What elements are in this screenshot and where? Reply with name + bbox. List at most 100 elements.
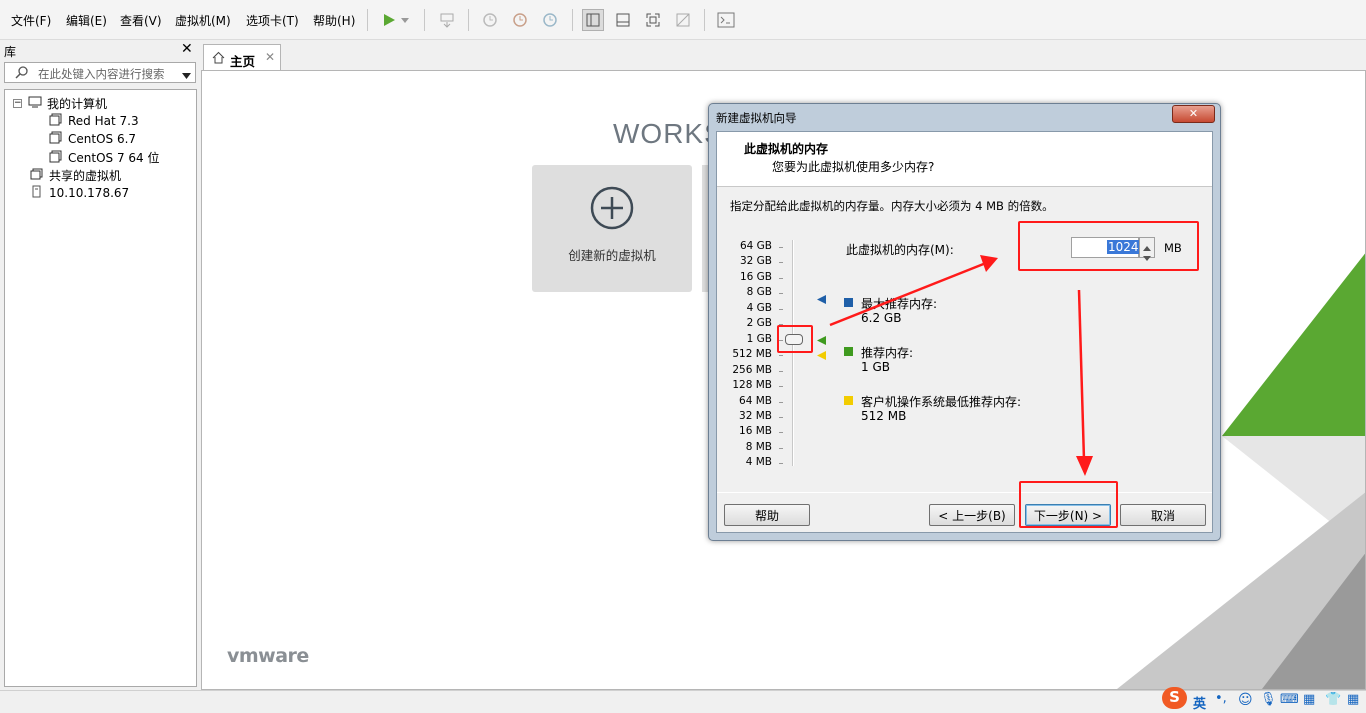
toolbar-separator bbox=[468, 9, 469, 31]
punctuation-icon[interactable]: •, bbox=[1215, 691, 1227, 706]
menu-help[interactable]: 帮助(H) bbox=[313, 12, 355, 29]
snapshot-manager-icon[interactable] bbox=[539, 9, 561, 31]
recommended-color-swatch bbox=[844, 347, 853, 356]
memory-scale-label: 4 GB bbox=[746, 301, 772, 314]
minimum-memory-label: 客户机操作系统最低推荐内存: bbox=[861, 395, 1022, 409]
menu-view[interactable]: 查看(V) bbox=[120, 12, 162, 29]
menu-edit[interactable]: 编辑(E) bbox=[66, 12, 107, 29]
memory-scale-tick bbox=[779, 386, 783, 388]
memory-scale-label: 64 MB bbox=[739, 394, 772, 407]
search-icon bbox=[15, 65, 29, 82]
minimum-memory-value: 512 MB bbox=[861, 409, 907, 423]
annotation-highlight bbox=[1018, 221, 1199, 271]
memory-scale-tick bbox=[779, 247, 783, 248]
shared-vm-icon bbox=[30, 168, 43, 184]
close-icon[interactable]: ✕ bbox=[181, 41, 193, 57]
dialog-footer-divider bbox=[717, 492, 1212, 493]
sogou-ime-icon[interactable]: S bbox=[1162, 687, 1187, 709]
memory-scale-label: 8 MB bbox=[745, 440, 772, 453]
vmware-logo: vmware bbox=[227, 645, 309, 667]
memory-scale-tick bbox=[779, 370, 783, 372]
memory-scale-tick bbox=[779, 262, 783, 264]
back-button[interactable]: < 上一步(B) bbox=[929, 504, 1015, 526]
recommended-memory-label: 推荐内存: bbox=[861, 346, 914, 360]
memory-scale-tick bbox=[779, 355, 783, 357]
annotation-arrow bbox=[829, 255, 998, 327]
tab-label: 主页 bbox=[230, 54, 256, 69]
menu-file[interactable]: 文件(F) bbox=[11, 12, 51, 29]
home-icon bbox=[212, 51, 225, 67]
tree-item-host[interactable]: 10.10.178.67 bbox=[32, 185, 129, 201]
tree-item-shared-vms[interactable]: 共享的虚拟机 bbox=[30, 167, 121, 184]
menu-vm[interactable]: 虚拟机(M) bbox=[175, 12, 231, 29]
memory-scale-label: 32 MB bbox=[739, 409, 772, 422]
create-vm-card[interactable]: 创建新的虚拟机 bbox=[532, 165, 692, 292]
memory-scale-label: 16 MB bbox=[739, 425, 772, 438]
search-placeholder: 在此处键入内容进行搜索 bbox=[38, 67, 165, 81]
plus-circle-icon bbox=[590, 186, 634, 233]
tree-item-label: 共享的虚拟机 bbox=[49, 169, 122, 183]
close-button[interactable]: ✕ bbox=[1172, 105, 1215, 123]
toolbar-separator bbox=[572, 9, 573, 31]
annotation-arrow bbox=[1076, 289, 1093, 476]
chevron-down-icon[interactable] bbox=[398, 9, 412, 31]
tree-item-label: CentOS 6.7 bbox=[68, 132, 137, 146]
keyboard-icon[interactable]: ⌨ bbox=[1280, 692, 1299, 707]
memory-instruction: 指定分配给此虚拟机的内存量。内存大小必须为 4 MB 的倍数。 bbox=[730, 199, 1054, 213]
minimum-color-swatch bbox=[844, 396, 853, 405]
toolbar-separator bbox=[424, 9, 425, 31]
skin-icon[interactable]: 👕 bbox=[1325, 692, 1341, 707]
memory-scale-tick bbox=[779, 432, 783, 434]
collapse-icon[interactable]: − bbox=[13, 99, 22, 108]
tree-item-label: 10.10.178.67 bbox=[49, 186, 130, 200]
memory-scale-label: 2 GB bbox=[746, 317, 772, 330]
chevron-down-icon[interactable] bbox=[182, 69, 191, 83]
memory-scale-label: 8 GB bbox=[746, 286, 772, 299]
tree-item-label: 我的计算机 bbox=[47, 97, 108, 111]
tree-item-vm[interactable]: CentOS 6.7 bbox=[49, 131, 136, 147]
library-search[interactable]: 在此处键入内容进行搜索 bbox=[4, 62, 196, 83]
memory-slider-track[interactable] bbox=[792, 240, 794, 466]
library-title: 库 bbox=[4, 45, 17, 59]
show-library-icon[interactable] bbox=[582, 9, 604, 31]
unity-icon[interactable] bbox=[672, 9, 694, 31]
tree-item-my-computer[interactable]: − 我的计算机 bbox=[13, 95, 107, 112]
vm-icon bbox=[49, 150, 62, 166]
microphone-icon[interactable]: 🎙 bbox=[1260, 692, 1277, 707]
tree-item-vm[interactable]: CentOS 7 64 位 bbox=[49, 149, 159, 166]
memory-scale-tick bbox=[779, 293, 783, 295]
dialog-header-title: 此虚拟机的内存 bbox=[744, 142, 829, 156]
computer-icon bbox=[28, 96, 42, 111]
snapshot-icon[interactable] bbox=[479, 9, 501, 31]
power-on-icon[interactable] bbox=[378, 9, 400, 31]
thumbnail-bar-icon[interactable] bbox=[612, 9, 634, 31]
ime-language[interactable]: 英 bbox=[1193, 693, 1206, 712]
status-bar: S 英 •, ☺ 🎙 ⌨ ▦ 👕 ▦ bbox=[0, 687, 1366, 713]
emoji-icon[interactable]: ☺ bbox=[1238, 692, 1253, 708]
library-tree: − 我的计算机 Red Hat 7.3 CentOS 6.7 CentOS 7 … bbox=[4, 89, 197, 687]
memory-scale-tick bbox=[779, 416, 783, 418]
memory-scale-tick bbox=[779, 401, 783, 403]
cancel-button[interactable]: 取消 bbox=[1120, 504, 1206, 526]
help-button[interactable]: 帮助 bbox=[724, 504, 810, 526]
tree-item-vm[interactable]: Red Hat 7.3 bbox=[49, 113, 139, 129]
memory-scale-tick bbox=[779, 447, 783, 449]
memory-scale-label: 16 GB bbox=[739, 270, 772, 283]
full-screen-icon[interactable] bbox=[642, 9, 664, 31]
tab-home[interactable]: 主页 ✕ bbox=[203, 44, 281, 71]
create-vm-label: 创建新的虚拟机 bbox=[568, 248, 656, 263]
vm-icon bbox=[49, 113, 62, 129]
menu-grid-icon[interactable]: ▦ bbox=[1347, 692, 1359, 707]
revert-snapshot-icon[interactable] bbox=[509, 9, 531, 31]
menu-tabs[interactable]: 选项卡(T) bbox=[246, 12, 299, 29]
toolbox-icon[interactable]: ▦ bbox=[1303, 692, 1315, 707]
memory-scale-tick bbox=[779, 308, 783, 310]
tree-item-label: Red Hat 7.3 bbox=[68, 114, 139, 128]
memory-scale-label: 32 GB bbox=[739, 255, 772, 268]
memory-scale-label: 128 MB bbox=[732, 379, 772, 392]
console-icon[interactable] bbox=[715, 9, 737, 31]
memory-scale-label: 4 MB bbox=[745, 456, 772, 469]
toolbar-separator bbox=[367, 9, 368, 31]
close-icon[interactable]: ✕ bbox=[265, 50, 275, 64]
send-keys-icon[interactable] bbox=[436, 9, 458, 31]
